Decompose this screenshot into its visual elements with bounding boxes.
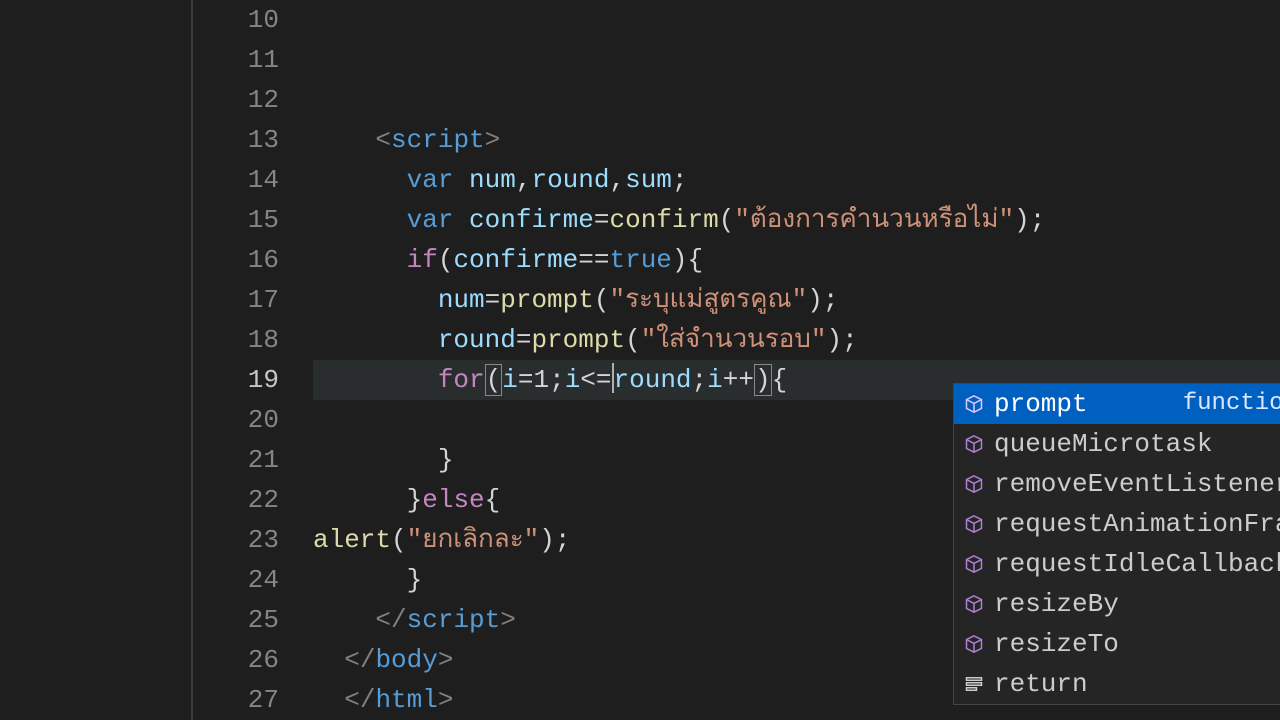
autocomplete-item[interactable]: requestAnimationFrame	[954, 504, 1280, 544]
identifier: round	[531, 165, 609, 195]
line-number: 16	[193, 240, 279, 280]
tag-open-bracket: </	[375, 605, 406, 635]
identifier: i	[707, 365, 723, 395]
tag-open-bracket: </	[344, 685, 375, 715]
line-number: 17	[193, 280, 279, 320]
identifier: round	[614, 365, 692, 395]
line-number: 22	[193, 480, 279, 520]
string-literal: "ต้องการคำนวนหรือไม่"	[734, 205, 1014, 235]
tag-close-bracket: >	[500, 605, 516, 635]
keyword-icon	[960, 674, 988, 694]
line-number: 12	[193, 80, 279, 120]
code-editor: 101112131415161718192021222324252627 <sc…	[0, 0, 1280, 720]
line-number: 11	[193, 40, 279, 80]
keyword: else	[422, 485, 484, 515]
string-literal: "ระบุแม่สูตรคูณ"	[609, 285, 807, 315]
tag-name: script	[407, 605, 501, 635]
line-number: 27	[193, 680, 279, 720]
brace: {	[485, 485, 501, 515]
autocomplete-label: removeEventListener	[988, 464, 1280, 504]
method-icon	[960, 434, 988, 454]
line-number: 23	[193, 520, 279, 560]
autocomplete-item[interactable]: requestIdleCallback	[954, 544, 1280, 584]
brace: }	[407, 565, 423, 595]
method-icon	[960, 394, 988, 414]
tag-close-bracket: >	[438, 685, 454, 715]
line-number: 14	[193, 160, 279, 200]
code-line[interactable]	[313, 0, 1280, 40]
tag-name: html	[375, 685, 437, 715]
line-number-gutter: 101112131415161718192021222324252627	[193, 0, 313, 720]
autocomplete-item[interactable]: resizeTo	[954, 624, 1280, 664]
line-number: 19	[193, 360, 279, 400]
method-icon	[960, 514, 988, 534]
autocomplete-popup[interactable]: prompt function prompt(message?: stqueueM…	[953, 383, 1280, 705]
function-call: alert	[313, 525, 391, 555]
tag-open-bracket: </	[344, 645, 375, 675]
keyword: if	[407, 245, 438, 275]
autocomplete-label: queueMicrotask	[988, 424, 1212, 464]
code-line[interactable]: var num,round,sum;	[313, 160, 1280, 200]
method-icon	[960, 554, 988, 574]
line-number: 18	[193, 320, 279, 360]
autocomplete-label: requestIdleCallback	[988, 544, 1280, 584]
method-icon	[960, 474, 988, 494]
function-call: prompt	[531, 325, 625, 355]
identifier: num	[469, 165, 516, 195]
number-literal: 1	[533, 365, 549, 395]
autocomplete-label: return	[988, 664, 1088, 704]
code-line[interactable]: <script>	[313, 120, 1280, 160]
identifier: round	[438, 325, 516, 355]
autocomplete-item[interactable]: removeEventListener	[954, 464, 1280, 504]
code-line[interactable]	[313, 80, 1280, 120]
tag-close-bracket: >	[485, 125, 501, 155]
string-literal: "ใส่จำนวนรอบ"	[641, 325, 827, 355]
method-icon	[960, 594, 988, 614]
autocomplete-label: prompt	[988, 384, 1088, 424]
code-area[interactable]: <script> var num,round,sum; var confirme…	[313, 0, 1280, 720]
code-line[interactable]: var confirme=confirm("ต้องการคำนวนหรือไม…	[313, 200, 1280, 240]
autocomplete-label: resizeBy	[988, 584, 1119, 624]
line-number: 10	[193, 0, 279, 40]
keyword: var	[407, 165, 454, 195]
identifier: i	[565, 365, 581, 395]
line-number: 13	[193, 120, 279, 160]
autocomplete-detail: function prompt(message?: st	[1183, 384, 1280, 424]
identifier: sum	[625, 165, 672, 195]
autocomplete-label: requestAnimationFrame	[988, 504, 1280, 544]
identifier: i	[502, 365, 518, 395]
autocomplete-label: resizeTo	[988, 624, 1119, 664]
method-icon	[960, 634, 988, 654]
tag-close-bracket: >	[438, 645, 454, 675]
function-call: confirm	[609, 205, 718, 235]
autocomplete-item[interactable]: resizeBy	[954, 584, 1280, 624]
folding-gutter	[0, 0, 193, 720]
code-line[interactable]	[313, 40, 1280, 80]
keyword: var	[407, 205, 454, 235]
code-line[interactable]: if(confirme==true){	[313, 240, 1280, 280]
tag-open-bracket: <	[375, 125, 391, 155]
code-line[interactable]: num=prompt("ระบุแม่สูตรคูณ");	[313, 280, 1280, 320]
function-call: prompt	[500, 285, 594, 315]
line-number: 26	[193, 640, 279, 680]
keyword: for	[438, 365, 485, 395]
identifier: confirme	[469, 205, 594, 235]
line-number: 25	[193, 600, 279, 640]
line-number: 24	[193, 560, 279, 600]
line-number: 20	[193, 400, 279, 440]
tag-name: script	[391, 125, 485, 155]
line-number: 15	[193, 200, 279, 240]
identifier: num	[438, 285, 485, 315]
brace: }	[407, 485, 423, 515]
autocomplete-item[interactable]: return	[954, 664, 1280, 704]
boolean-literal: true	[610, 245, 672, 275]
brace: }	[438, 445, 454, 475]
identifier: confirme	[453, 245, 578, 275]
code-line[interactable]: round=prompt("ใส่จำนวนรอบ");	[313, 320, 1280, 360]
string-literal: "ยกเลิกละ"	[407, 525, 540, 555]
autocomplete-item[interactable]: prompt function prompt(message?: st	[954, 384, 1280, 424]
autocomplete-item[interactable]: queueMicrotask	[954, 424, 1280, 464]
tag-name: body	[375, 645, 437, 675]
line-number: 21	[193, 440, 279, 480]
